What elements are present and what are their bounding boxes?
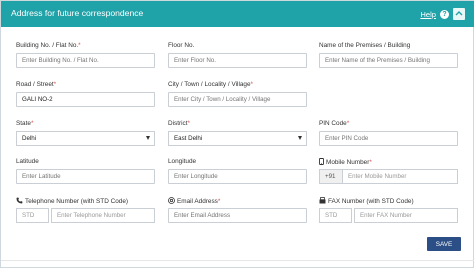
district-select[interactable]: East Delhi [168, 131, 307, 146]
save-button[interactable]: SAVE [427, 237, 461, 251]
latitude-input[interactable] [16, 169, 155, 184]
road-street-label: Road / Street* [16, 81, 56, 88]
required-marker: * [369, 159, 372, 166]
mobile-number-label-text: Mobile Number [326, 159, 370, 166]
panel-header: Address for future correspondence Help ? [1, 1, 474, 27]
telephone-number-label: Telephone Number (with STD Code) [16, 197, 128, 205]
longitude-input[interactable] [168, 169, 307, 184]
state-select[interactable]: Delhi [16, 131, 155, 146]
premises-name-input[interactable] [319, 53, 458, 68]
telephone-number-label-text: Telephone Number (with STD Code) [25, 198, 129, 205]
email-label-text: Email Address [177, 198, 218, 205]
fax-number-input[interactable]: Enter FAX Number [354, 208, 458, 223]
telephone-icon [16, 197, 23, 204]
mobile-number-label: Mobile Number* [319, 158, 372, 166]
fax-std-input[interactable]: STD [319, 208, 352, 223]
latitude-label: Latitude [16, 158, 39, 165]
required-marker: * [30, 120, 34, 127]
mobile-phone-icon [319, 158, 324, 165]
required-marker: * [250, 81, 254, 88]
mobile-number-input[interactable]: Enter Mobile Number [343, 169, 458, 184]
fax-icon [319, 197, 326, 204]
building-no-input[interactable] [16, 53, 155, 68]
email-input[interactable] [168, 208, 307, 223]
district-label: District* [168, 120, 190, 127]
email-label: Email Address* [168, 197, 220, 205]
panel-title: Address for future correspondence [11, 8, 144, 18]
city-label: City / Town / Locality / Village* [168, 81, 253, 88]
road-street-input[interactable] [16, 92, 155, 107]
required-marker: * [78, 42, 81, 49]
fax-number-label-text: FAX Number (with STD Code) [328, 198, 414, 205]
telephone-std-input[interactable]: STD [16, 208, 49, 223]
state-selected-value: Delhi [22, 135, 37, 142]
road-street-label-text: Road / Street [16, 81, 54, 88]
building-no-label: Building No. / Flat No.* [16, 42, 81, 49]
state-label: State* [16, 120, 33, 127]
country-code-prefix: +91 [319, 169, 343, 184]
dropdown-arrow-icon [146, 136, 150, 140]
required-marker: * [346, 120, 350, 127]
help-link[interactable]: Help [420, 10, 436, 19]
city-label-text: City / Town / Locality / Village [168, 81, 251, 88]
correspondence-address-panel: Address for future correspondence Help ?… [0, 0, 474, 268]
required-marker: * [53, 81, 57, 88]
header-actions: Help ? [420, 7, 465, 21]
longitude-label: Longitude [168, 158, 197, 165]
premises-name-label: Name of the Premises / Building [319, 42, 411, 49]
district-selected-value: East Delhi [174, 135, 203, 142]
floor-no-input[interactable] [168, 53, 307, 68]
required-marker: * [217, 198, 221, 205]
district-label-text: District [168, 120, 188, 127]
state-label-text: State [16, 120, 31, 127]
collapse-toggle-icon[interactable] [453, 8, 465, 20]
pin-code-label: PIN Code* [319, 120, 349, 127]
required-marker: * [187, 120, 191, 127]
city-input[interactable] [168, 92, 307, 107]
fax-number-label: FAX Number (with STD Code) [319, 197, 414, 205]
floor-no-label: Floor No. [168, 42, 195, 49]
dropdown-arrow-icon [298, 136, 302, 140]
pin-code-label-text: PIN Code [319, 120, 347, 127]
pin-code-input[interactable] [319, 131, 458, 146]
telephone-number-input[interactable]: Enter Telephone Number [51, 208, 155, 223]
divider [1, 260, 474, 261]
envelope-icon [168, 197, 175, 204]
question-circle-icon[interactable]: ? [440, 9, 449, 19]
building-no-label-text: Building No. / Flat No. [16, 42, 79, 49]
